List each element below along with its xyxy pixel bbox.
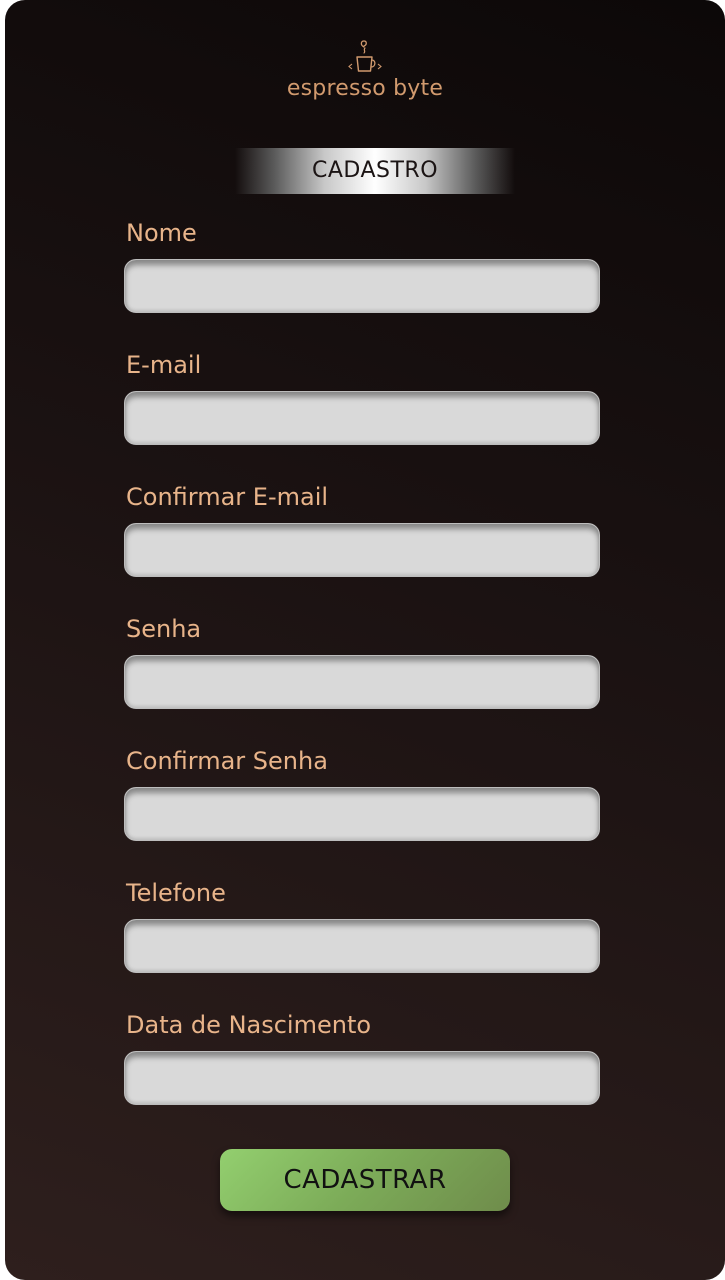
password-label: Senha [126,615,202,643]
brand-name: espresso byte [286,76,444,101]
password-input[interactable] [124,655,600,709]
birth-date-label: Data de Nascimento [126,1011,372,1039]
name-label: Nome [126,219,197,247]
register-button[interactable]: CADASTRAR [220,1149,510,1211]
confirm-email-input[interactable] [124,523,600,577]
confirm-password-label: Confirmar Senha [126,747,328,775]
confirm-password-input[interactable] [124,787,600,841]
brand-logo: espresso byte [5,38,725,102]
email-label: E-mail [126,351,202,379]
email-input[interactable] [124,391,600,445]
phone-label: Telefone [126,879,226,907]
confirm-email-label: Confirmar E-mail [126,483,329,511]
signup-screen: espresso byte CADASTRO Nome E-mail Confi… [5,0,725,1280]
coffee-cup-code-icon [348,40,382,72]
page-title: CADASTRO [235,148,515,194]
birth-date-input[interactable] [124,1051,600,1105]
name-input[interactable] [124,259,600,313]
phone-input[interactable] [124,919,600,973]
